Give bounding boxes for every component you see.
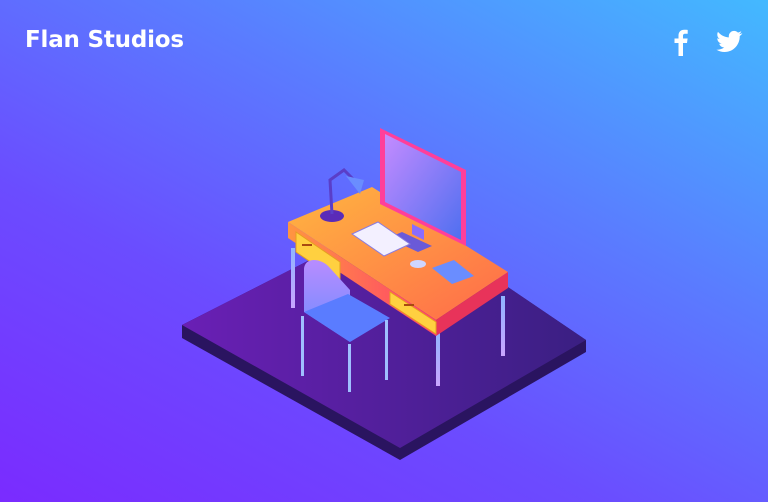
hero-page: Flan Studios (0, 0, 768, 502)
workspace-illustration (182, 128, 586, 460)
